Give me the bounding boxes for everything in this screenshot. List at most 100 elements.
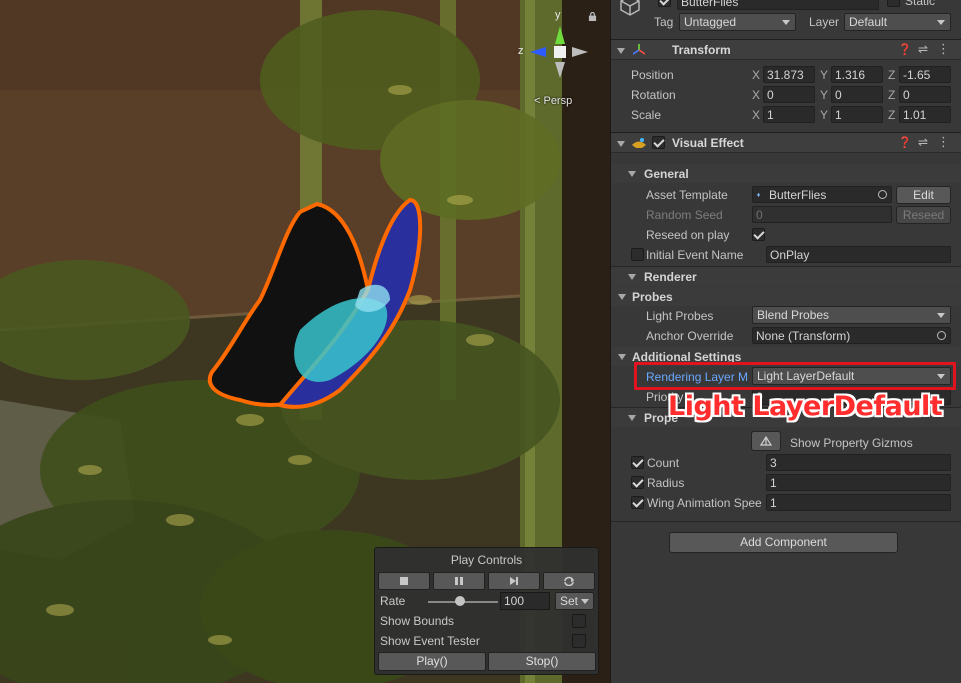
preset-icon[interactable]: ⇌ <box>918 135 928 149</box>
property-override-checkbox[interactable] <box>631 456 644 469</box>
restart-icon <box>564 576 574 586</box>
foldout-arrow-icon <box>628 171 636 177</box>
lock-icon[interactable] <box>588 12 597 21</box>
transform-icon <box>633 44 645 55</box>
active-checkbox[interactable] <box>658 0 671 7</box>
scale-y-input[interactable]: 1 <box>831 106 883 123</box>
rotation-z-input[interactable]: 0 <box>899 86 951 103</box>
scale-x-axis-label[interactable]: X <box>752 108 760 122</box>
gizmo-z-label: z <box>518 45 524 57</box>
general-title: General <box>644 167 689 181</box>
highlight-box <box>634 362 956 390</box>
renderer-section-header[interactable]: Renderer <box>611 267 961 286</box>
pause-button[interactable] <box>433 572 485 590</box>
rotation-y-input[interactable]: 0 <box>831 86 883 103</box>
preset-icon[interactable]: ⇌ <box>918 42 928 56</box>
scale-z-axis-label[interactable]: Z <box>888 108 895 122</box>
chevron-down-icon <box>937 20 945 25</box>
kebab-menu-icon[interactable]: ⋮ <box>937 41 950 57</box>
restart-button[interactable] <box>543 572 595 590</box>
annotation-callout: Light LayerDefault <box>668 391 943 422</box>
rate-label: Rate <box>380 594 406 608</box>
random-seed-label: Random Seed <box>646 208 723 222</box>
rotation-z-axis-label[interactable]: Z <box>888 88 895 102</box>
initial-event-checkbox[interactable] <box>631 248 644 261</box>
scene-view[interactable]: y z < Persp Play Controls Rate 100 Set S… <box>0 0 610 683</box>
rate-slider-knob[interactable] <box>454 596 465 606</box>
position-y-input[interactable]: 1.316 <box>831 66 883 83</box>
kebab-menu-icon[interactable]: ⋮ <box>937 134 950 150</box>
step-forward-icon <box>510 577 518 585</box>
show-bounds-checkbox[interactable] <box>572 614 586 628</box>
step-forward-button[interactable] <box>488 572 540 590</box>
play-controls-title: Play Controls <box>450 553 523 567</box>
light-probes-dropdown[interactable]: Blend Probes <box>752 306 951 324</box>
anchor-override-value: None (Transform) <box>756 329 851 343</box>
rate-input[interactable]: 100 <box>500 592 550 610</box>
scale-z-input[interactable]: 1.01 <box>899 106 951 123</box>
static-checkbox[interactable] <box>887 0 900 7</box>
asset-template-value: ButterFlies <box>769 188 827 202</box>
reseed-on-play-checkbox[interactable] <box>752 228 765 241</box>
light-probes-value: Blend Probes <box>757 308 830 322</box>
position-y-axis-label[interactable]: Y <box>820 68 828 82</box>
asset-template-field[interactable]: ⬪ ButterFlies <box>752 186 892 203</box>
renderer-title: Renderer <box>644 270 697 284</box>
rotation-x-axis-label[interactable]: X <box>752 88 760 102</box>
tag-dropdown[interactable]: Untagged <box>679 13 796 31</box>
foldout-arrow-icon <box>617 141 625 147</box>
object-picker-icon[interactable] <box>937 331 946 340</box>
visual-effect-icon <box>632 138 646 148</box>
rotation-y-axis-label[interactable]: Y <box>820 88 828 102</box>
stop-button[interactable]: Stop() <box>488 652 596 671</box>
probes-section-header[interactable]: Probes <box>611 287 961 306</box>
anchor-override-label: Anchor Override <box>646 329 734 343</box>
property-override-checkbox[interactable] <box>631 476 644 489</box>
property-input[interactable]: 3 <box>766 454 951 471</box>
object-picker-icon[interactable] <box>878 190 887 199</box>
property-label: Count <box>647 456 680 470</box>
reseed-button[interactable]: Reseed <box>896 206 951 224</box>
rotation-x-input[interactable]: 0 <box>763 86 815 103</box>
position-z-axis-label[interactable]: Z <box>888 68 895 82</box>
chevron-down-icon <box>782 20 790 25</box>
property-input[interactable]: 1 <box>766 474 951 491</box>
position-x-input[interactable]: 31.873 <box>763 66 815 83</box>
light-probes-label: Light Probes <box>646 309 714 323</box>
add-component-button[interactable]: Add Component <box>669 532 898 553</box>
inspector-panel: ButterFlies Static Tag Untagged Layer De… <box>610 0 961 683</box>
anchor-override-field[interactable]: None (Transform) <box>752 327 951 344</box>
tag-label: Tag <box>654 15 674 29</box>
scale-y-axis-label[interactable]: Y <box>820 108 828 122</box>
initial-event-input[interactable]: OnPlay <box>766 246 951 263</box>
visual-effect-enabled-checkbox[interactable] <box>652 136 665 149</box>
random-seed-input[interactable]: 0 <box>752 206 892 223</box>
general-section-header[interactable]: General <box>611 164 961 183</box>
property-input[interactable]: 1 <box>766 494 951 511</box>
edit-button[interactable]: Edit <box>896 186 951 204</box>
set-rate-label: Set <box>560 594 579 608</box>
play-controls-panel: Play Controls Rate 100 Set Show Bounds S… <box>374 547 599 675</box>
projection-label[interactable]: < Persp <box>534 95 572 107</box>
position-x-axis-label[interactable]: X <box>752 68 760 82</box>
play-button[interactable]: Play() <box>378 652 486 671</box>
asset-template-label: Asset Template <box>646 188 728 202</box>
foldout-arrow-icon <box>617 48 625 54</box>
scale-label: Scale <box>631 108 662 122</box>
object-name-input[interactable]: ButterFlies <box>677 0 879 10</box>
set-rate-dropdown[interactable]: Set <box>555 592 594 610</box>
gameobject-icon <box>620 0 640 16</box>
position-z-input[interactable]: -1.65 <box>899 66 951 83</box>
tag-value: Untagged <box>684 15 737 29</box>
property-gizmo-button[interactable] <box>751 431 781 451</box>
stop-step-button[interactable] <box>378 572 430 590</box>
property-override-checkbox[interactable] <box>631 496 644 509</box>
help-icon[interactable]: ❓ <box>898 43 912 56</box>
visual-effect-header[interactable]: Visual Effect ❓ ⇌ ⋮ <box>611 132 961 153</box>
show-bounds-label: Show Bounds <box>380 614 455 628</box>
scale-x-input[interactable]: 1 <box>763 106 815 123</box>
layer-dropdown[interactable]: Default <box>844 13 951 31</box>
transform-header[interactable]: Transform ❓ ⇌ ⋮ <box>611 39 961 60</box>
show-event-tester-checkbox[interactable] <box>572 634 586 648</box>
help-icon[interactable]: ❓ <box>898 136 912 149</box>
